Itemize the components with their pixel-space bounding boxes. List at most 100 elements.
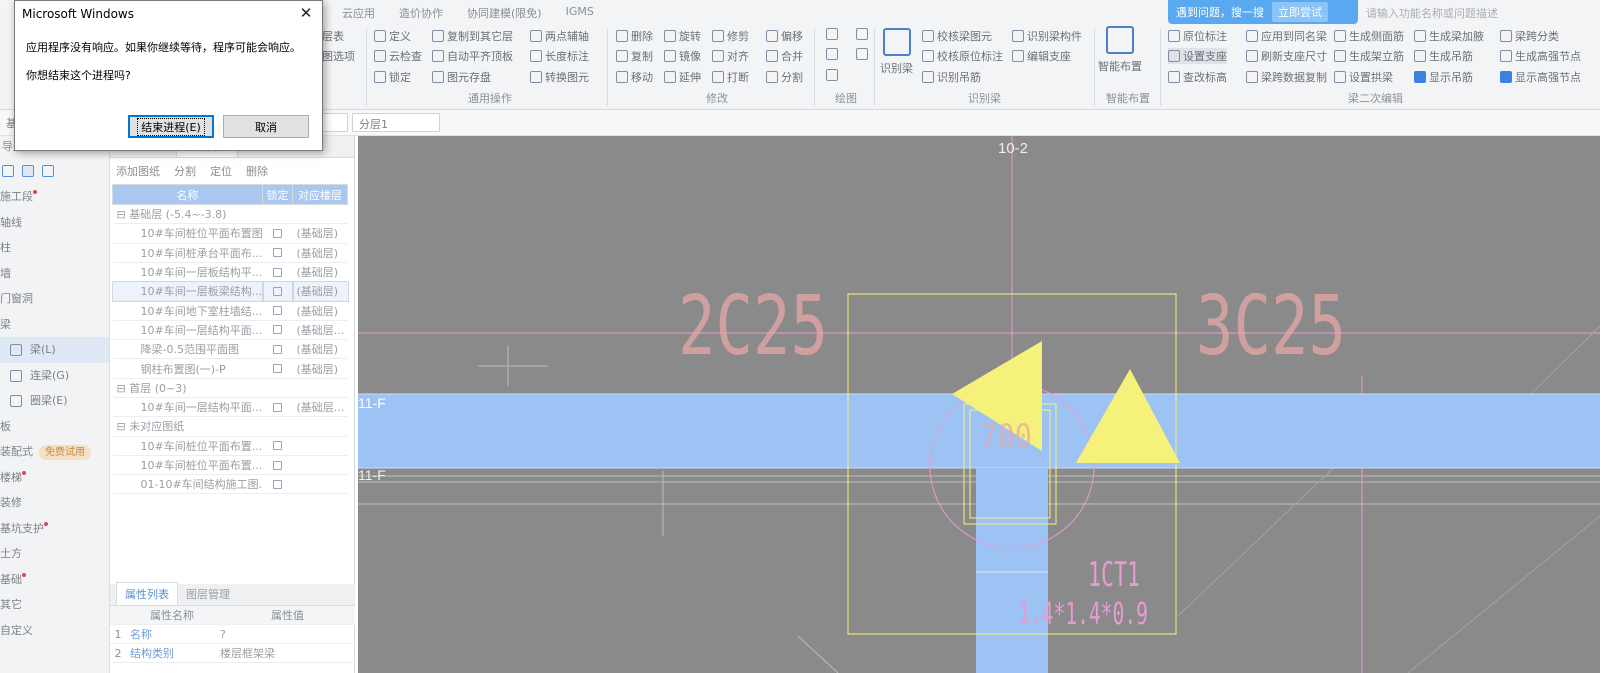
tab-cost-collab[interactable]: 造价协作 [387,0,455,24]
function-search-input[interactable]: 请输入功能名称或问题描述 [1358,5,1600,21]
define-button[interactable]: 定义 [374,28,411,44]
copy-to-layer-button[interactable]: 复制到其它层 [432,28,513,44]
copy-button[interactable]: 复制 [616,48,653,64]
lock-cell[interactable] [262,320,293,341]
lock-cell[interactable] [262,300,293,321]
floor-cell[interactable]: (基础层) [292,262,348,283]
gen-haunch-button[interactable]: 生成梁加腋 [1414,28,1484,44]
floor-cell[interactable]: (基础层) [292,223,348,244]
floor-cell[interactable]: (基础层) [292,358,348,379]
floor-cell[interactable]: (基础层) [292,243,348,263]
lock-cell[interactable] [262,397,293,418]
original-mark-button[interactable]: 原位标注 [1168,28,1227,44]
property-row[interactable]: 1 名称? [110,625,355,644]
floor-cell[interactable]: (基础层... [292,397,348,418]
gen-hanger-button[interactable]: 生成吊筋 [1414,48,1473,64]
ribbon-drawing-options[interactable]: 图选项 [322,48,355,64]
tab-igms[interactable]: IGMS [554,0,606,24]
close-icon[interactable]: ✕ [296,5,316,23]
table-row[interactable]: 10#车间一层结构平面... (基础层... [112,320,348,341]
recognize-beam-big-button[interactable]: 识别梁 [880,28,913,76]
nav-item[interactable]: 基础 [0,567,109,593]
layer-combo[interactable]: 分层1 [352,113,440,132]
nav-item[interactable]: 施工段 [0,184,109,210]
copy-span-data-button[interactable]: 梁跨数据复制 [1246,69,1327,85]
rotate-button[interactable]: 旋转 [664,28,701,44]
list-view-icon[interactable] [22,165,34,177]
table-row[interactable]: 降梁-0.5范围平面图 (基础层) [112,339,348,360]
add-drawing-button[interactable]: 添加图纸 [116,163,160,179]
nav-item[interactable]: 自定义 [0,618,109,644]
recognize-beam-component-button[interactable]: 识别梁构件 [1012,28,1082,44]
nav-item[interactable]: 楼梯 [0,465,109,491]
nav-item[interactable]: 门窗洞 [0,286,109,312]
smart-layout-button[interactable]: 智能布置 [1098,26,1142,74]
lock-cell[interactable] [262,474,293,495]
table-row[interactable]: 10#车间一层结构平面... (基础层... [112,397,348,418]
prop-value[interactable]: 楼层框架梁 [214,645,355,661]
recognize-hanger-button[interactable]: 识别吊筋 [922,69,981,85]
draw-clock-tool[interactable] [856,28,868,40]
nav-item[interactable]: 其它 [0,592,109,618]
floor-cell[interactable] [292,455,348,476]
floor-cell[interactable]: (基础层) [291,280,349,302]
check-elevation-button[interactable]: 查改标高 [1168,69,1227,85]
table-row[interactable]: 10#车间一层板结构平... (基础层) [112,262,348,283]
move-button[interactable]: 移动 [616,69,653,85]
nav-item[interactable]: 梁 [0,312,109,338]
nav-item[interactable]: 梁(L) [0,337,109,363]
floor-group-row[interactable]: ⊟ 未对应图纸 [112,416,348,437]
refresh-support-button[interactable]: 刷新支座尺寸 [1246,48,1327,64]
gen-side-rebar-button[interactable]: 生成侧面筋 [1334,28,1404,44]
nav-item[interactable]: 装修 [0,490,109,516]
extend-button[interactable]: 延伸 [664,69,701,85]
lock-cell[interactable] [262,262,293,283]
free-trial-badge[interactable]: 免费试用 [39,445,91,460]
show-hs-node-checkbox[interactable]: 显示高强节点 [1500,69,1581,85]
lock-cell[interactable] [262,223,293,244]
try-now-button[interactable]: 立即尝试 [1272,2,1328,22]
nav-item[interactable]: 墙 [0,261,109,287]
nav-item[interactable]: 圈梁(E) [0,388,109,414]
lock-cell[interactable] [262,358,293,379]
cad-canvas[interactable]: 10-2 2C25 3C25 11-F 11-F 1CT1 1.4*1.4*0.… [358,136,1600,673]
property-row[interactable]: 2 结构类别 楼层框架梁 [110,644,355,663]
draw-arc-tool[interactable] [826,69,838,81]
table-row[interactable]: 10#车间一层板梁结构... (基础层) [111,280,349,302]
prop-value[interactable]: ? [214,628,355,641]
split-drawing-button[interactable]: 分割 [174,163,196,179]
nav-item[interactable]: 连梁(G) [0,363,109,389]
cloud-check-button[interactable]: 云检查 [374,48,422,64]
nav-item[interactable]: 轴线 [0,210,109,236]
delete-drawing-button[interactable]: 删除 [246,163,268,179]
merge-button[interactable]: 合并 [766,48,803,64]
draw-rect-tool[interactable] [856,48,868,60]
draw-point-tool[interactable] [826,28,838,40]
cad-drawing[interactable]: 10-2 2C25 3C25 11-F 11-F 1CT1 1.4*1.4*0.… [358,136,1600,673]
floor-cell[interactable]: (基础层) [292,300,348,321]
table-row[interactable]: 01-10#车间结构施工图... [112,474,348,495]
locate-button[interactable]: 定位 [210,163,232,179]
floor-cell[interactable]: (基础层... [292,320,348,341]
collapse-icon[interactable]: ⊟ [117,382,130,395]
cancel-button[interactable]: 取消 [223,115,309,138]
lock-cell[interactable] [262,436,293,456]
mirror-button[interactable]: 镜像 [664,48,701,64]
floor-group-row[interactable]: ⊟ 首层 (0~3) [112,378,348,398]
nav-item[interactable]: 板 [0,414,109,440]
beam-vertical[interactable] [976,468,1048,673]
align-button[interactable]: 对齐 [712,48,749,64]
lock-cell[interactable] [262,455,293,476]
collapse-icon[interactable]: ⊟ [117,208,130,221]
floor-cell[interactable]: (基础层) [292,339,348,360]
nav-item[interactable]: 土方 [0,541,109,567]
auto-align-slab-button[interactable]: 自动平齐顶板 [432,48,513,64]
table-row[interactable]: 10#车间地下室柱墙结... (基础层) [112,300,348,321]
col-name[interactable]: 名称 [112,184,263,205]
lock-cell[interactable] [262,339,293,360]
tab-layers[interactable]: 图层管理 [178,583,238,605]
set-arch-beam-button[interactable]: 设置拱梁 [1334,69,1393,85]
table-row[interactable]: 10#车间桩位平面布置图 (基础层) [112,223,348,244]
tab-collab-model[interactable]: 协同建模(限免) [455,0,554,24]
break-button[interactable]: 打断 [712,69,749,85]
